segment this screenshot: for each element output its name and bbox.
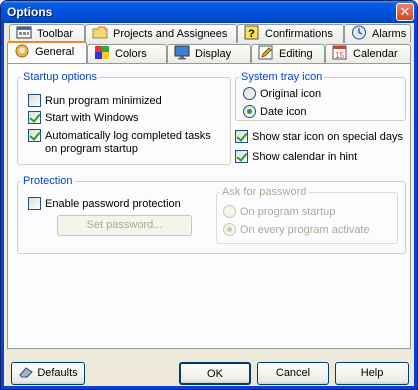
clock-icon	[351, 25, 367, 40]
tab-display-label: Display	[195, 48, 232, 60]
calendar-icon: 15	[332, 45, 348, 60]
star-icon-checkbox[interactable]: Show star icon on special days	[235, 130, 403, 144]
original-icon-label: Original icon	[260, 88, 322, 100]
toolbar-icon	[16, 25, 32, 40]
defaults-label: Defaults	[37, 367, 78, 379]
tab-projects-assignees[interactable]: Projects and Assignees	[85, 24, 237, 43]
show-calendar-checkbox[interactable]: Show calendar in hint	[235, 150, 357, 164]
pencil-icon	[258, 45, 274, 60]
tab-display[interactable]: Display	[167, 44, 251, 63]
show-calendar-box[interactable]	[235, 150, 248, 163]
on-activate-radio-button[interactable]	[223, 223, 236, 236]
eraser-icon	[18, 365, 34, 387]
tab-toolbar-label: Toolbar	[37, 28, 74, 40]
start-with-windows-box[interactable]	[28, 111, 41, 124]
startup-options-title: Startup options	[21, 71, 99, 83]
close-button[interactable]: ✕	[396, 3, 414, 21]
tab-general[interactable]: General	[7, 41, 87, 63]
show-calendar-label: Show calendar in hint	[252, 151, 358, 163]
original-icon-radio[interactable]: Original icon	[243, 87, 321, 101]
on-startup-radio-button[interactable]	[223, 205, 236, 218]
title-bar[interactable]: Options ✕	[1, 1, 417, 23]
ok-button[interactable]: OK	[179, 362, 251, 385]
tab-editing-label: Editing	[279, 48, 313, 60]
date-icon-radio[interactable]: Date icon	[243, 105, 306, 119]
tab-colors[interactable]: Colors	[87, 44, 167, 63]
auto-log-checkbox[interactable]: Automatically log completed tasks	[28, 129, 211, 143]
on-activate-radio[interactable]: On every program activate	[223, 223, 370, 237]
date-icon-label: Date icon	[260, 106, 307, 118]
system-tray-title: System tray icon	[239, 71, 325, 83]
tab-calendar[interactable]: 15 Calendar	[325, 44, 411, 63]
tab-confirmations[interactable]: ? Confirmations	[237, 24, 344, 43]
on-activate-label: On every program activate	[240, 224, 370, 236]
tab-alarms[interactable]: Alarms	[344, 24, 411, 43]
original-icon-radio-button[interactable]	[243, 87, 256, 100]
tab-colors-label: Colors	[115, 48, 147, 60]
enable-password-checkbox[interactable]: Enable password protection	[28, 197, 181, 211]
window-border-bottom	[1, 386, 417, 389]
help-button[interactable]: Help	[335, 362, 409, 385]
tab-projects-label: Projects and Assignees	[113, 28, 228, 40]
tab-confirmations-label: Confirmations	[265, 28, 333, 40]
window-border-left	[1, 23, 4, 389]
monitor-icon	[174, 45, 190, 60]
ask-for-password-title: Ask for password	[220, 186, 309, 198]
on-startup-label: On program startup	[240, 206, 336, 218]
general-tab-panel: Startup options Run program minimized St…	[7, 63, 411, 349]
run-minimized-box[interactable]	[28, 94, 41, 107]
tab-general-label: General	[35, 46, 75, 58]
set-password-button[interactable]: Set password...	[57, 215, 192, 236]
run-minimized-checkbox[interactable]: Run program minimized	[28, 94, 162, 108]
options-window: Options ✕ Toolbar Projects and Assignees…	[0, 0, 418, 390]
star-icon-box[interactable]	[235, 130, 248, 143]
enable-password-box[interactable]	[28, 197, 41, 210]
auto-log-label-line1: Automatically log completed tasks	[45, 130, 211, 142]
question-icon: ?	[244, 25, 260, 40]
cancel-button[interactable]: Cancel	[257, 362, 329, 385]
start-with-windows-label: Start with Windows	[45, 112, 139, 124]
window-border-right	[414, 23, 417, 389]
date-icon-radio-button[interactable]	[243, 105, 256, 118]
enable-password-label: Enable password protection	[45, 198, 181, 210]
defaults-button[interactable]: Defaults	[11, 362, 85, 385]
folder-icon	[92, 25, 108, 40]
tab-calendar-label: Calendar	[353, 48, 398, 60]
svg-text:15: 15	[335, 51, 344, 60]
auto-log-label-line2: on program startup	[45, 143, 138, 155]
on-startup-radio[interactable]: On program startup	[223, 205, 335, 219]
star-icon-label: Show star icon on special days	[252, 131, 404, 143]
window-title: Options	[7, 5, 53, 19]
run-minimized-label: Run program minimized	[45, 95, 162, 107]
auto-log-box[interactable]	[28, 129, 41, 142]
svg-text:?: ?	[248, 28, 255, 40]
protection-title: Protection	[21, 175, 75, 187]
tab-alarms-label: Alarms	[372, 28, 407, 40]
tab-editing[interactable]: Editing	[251, 44, 325, 63]
colors-icon	[94, 45, 110, 60]
start-with-windows-checkbox[interactable]: Start with Windows	[28, 111, 139, 125]
general-icon	[14, 43, 30, 58]
